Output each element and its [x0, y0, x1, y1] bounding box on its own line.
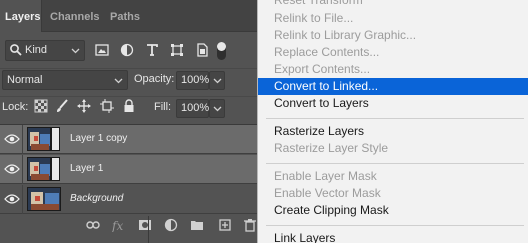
- menu-item-convert-to-layers[interactable]: Convert to Layers: [258, 95, 528, 112]
- blend-mode-value: Normal: [7, 74, 43, 86]
- layer-thumbnail: [27, 157, 51, 181]
- filter-row: Kind: [0, 40, 268, 62]
- adjustment-layer-icon[interactable]: [164, 218, 178, 232]
- fill-label: Fill:: [154, 101, 172, 113]
- filter-kind-select[interactable]: Kind: [5, 40, 85, 61]
- layer-thumbnail: [27, 127, 51, 151]
- opacity-value: 100%: [181, 74, 210, 86]
- fill-dropdown-button[interactable]: [209, 99, 225, 118]
- layer-style-fx-icon[interactable]: fx: [112, 218, 126, 232]
- adjustment-layer-filter-icon[interactable]: [120, 43, 134, 57]
- shape-layer-filter-icon[interactable]: [170, 43, 184, 57]
- fill-value: 100%: [181, 102, 210, 114]
- lock-image-pixels-brush-icon[interactable]: [55, 99, 69, 113]
- lock-transparent-pixels-icon[interactable]: [34, 99, 48, 113]
- menu-item-create-clipping-mask[interactable]: Create Clipping Mask: [258, 202, 528, 219]
- layer-row-layer-1-copy[interactable]: Layer 1 copy: [0, 125, 268, 154]
- type-layer-filter-icon[interactable]: [145, 43, 159, 57]
- fill-field[interactable]: 100%: [176, 99, 209, 118]
- smart-object-badge-icon: [51, 157, 60, 181]
- menu-separator: [266, 163, 524, 164]
- menu-item-replace-contents: Replace Contents...: [274, 45, 380, 59]
- delete-layer-trash-icon[interactable]: [243, 218, 257, 232]
- tab-channels[interactable]: Channels: [50, 0, 102, 32]
- chevron-down-icon: [71, 48, 80, 54]
- tab-layers[interactable]: Layers: [0, 0, 42, 32]
- menu-item-convert-to-linked[interactable]: Convert to Linked...: [258, 78, 528, 95]
- panel-tab-bar: Layers Channels Paths: [0, 0, 268, 32]
- layer-thumbnail-image: [28, 188, 60, 210]
- layer-context-menu: Reset Transform Relink to File... Relink…: [257, 0, 528, 243]
- menu-item-export-contents: Export Contents...: [274, 62, 371, 76]
- smart-object-filter-icon[interactable]: [195, 43, 209, 57]
- layer-thumbnail-image: [28, 128, 50, 150]
- link-layers-icon[interactable]: [86, 218, 100, 232]
- divider: [148, 216, 149, 243]
- search-icon: [10, 44, 22, 56]
- divider: [22, 185, 23, 214]
- blend-mode-select[interactable]: Normal: [2, 70, 128, 90]
- divider: [22, 125, 23, 154]
- layer-list: Layer 1 copy Layer 1 Background: [0, 124, 268, 216]
- visibility-eye-icon[interactable]: [4, 193, 20, 205]
- menu-item-rasterize-layer-style: Rasterize Layer Style: [274, 141, 389, 155]
- new-layer-icon[interactable]: [218, 218, 232, 232]
- lock-artboard-icon[interactable]: [100, 99, 114, 113]
- opacity-field[interactable]: 100%: [176, 71, 209, 90]
- visibility-eye-icon[interactable]: [4, 163, 20, 175]
- lock-all-icon[interactable]: [122, 99, 136, 113]
- opacity-dropdown-button[interactable]: [209, 71, 225, 90]
- lock-label: Lock:: [2, 101, 29, 113]
- layers-bottom-toolbar: fx: [0, 214, 268, 243]
- menu-item-rasterize-layers[interactable]: Rasterize Layers: [258, 123, 528, 140]
- layer-name[interactable]: Layer 1: [70, 163, 103, 174]
- chevron-down-icon: [213, 106, 222, 112]
- pixel-layer-filter-icon[interactable]: [95, 43, 109, 57]
- lock-position-move-icon[interactable]: [77, 99, 91, 113]
- svg-text:fx: fx: [112, 219, 123, 232]
- filter-toggle[interactable]: [217, 42, 226, 60]
- filter-kind-label: Kind: [25, 44, 48, 56]
- chevron-down-icon: [114, 78, 123, 84]
- chevron-down-icon: [213, 78, 222, 84]
- menu-item-relink-to-library-graphic: Relink to Library Graphic...: [274, 28, 417, 42]
- layer-row-layer-1[interactable]: Layer 1: [0, 155, 268, 184]
- filter-toggle-knob: [217, 42, 226, 51]
- add-mask-icon[interactable]: [138, 218, 152, 232]
- layer-row-background[interactable]: Background: [0, 185, 268, 214]
- layer-name[interactable]: Background: [70, 193, 123, 204]
- menu-item-link-layers[interactable]: Link Layers: [258, 230, 528, 243]
- layer-thumbnail-image: [28, 158, 50, 180]
- layers-panel: Layers Channels Paths Kind Normal Opacit…: [0, 0, 268, 243]
- opacity-label: Opacity:: [134, 73, 175, 85]
- menu-item-relink-to-file: Relink to File...: [274, 11, 354, 25]
- visibility-eye-icon[interactable]: [4, 133, 20, 145]
- layer-name[interactable]: Layer 1 copy: [70, 133, 127, 144]
- divider: [22, 155, 23, 184]
- smart-object-badge-icon: [51, 127, 60, 151]
- layer-thumbnail: [27, 187, 61, 211]
- menu-item-enable-vector-mask: Enable Vector Mask: [274, 186, 381, 200]
- tab-paths[interactable]: Paths: [110, 0, 150, 32]
- menu-separator: [266, 225, 524, 226]
- menu-separator: [266, 118, 524, 119]
- new-group-folder-icon[interactable]: [190, 218, 204, 232]
- menu-item-reset-transform: Reset Transform: [274, 0, 363, 7]
- menu-item-enable-layer-mask: Enable Layer Mask: [274, 169, 377, 183]
